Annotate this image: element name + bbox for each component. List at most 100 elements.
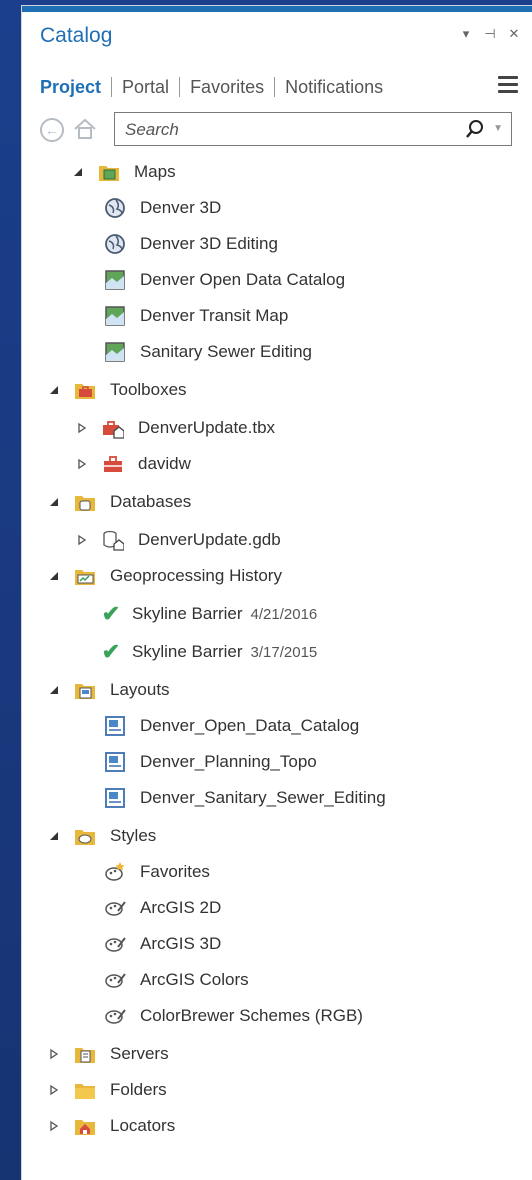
history-entry-date: 3/17/2015 <box>250 643 318 661</box>
2d-map-icon <box>105 270 125 290</box>
toolbox-home-icon <box>103 421 124 439</box>
tree-node-locators[interactable]: Locators <box>48 1108 175 1144</box>
tree-node-toolboxes[interactable]: Toolboxes <box>48 372 187 408</box>
tab-favorites[interactable]: Favorites <box>184 77 270 98</box>
2d-map-icon <box>105 342 125 362</box>
tree-node-geoprocessing-history[interactable]: Geoprocessing History <box>48 558 282 594</box>
servers-folder-icon <box>75 1048 95 1063</box>
tree-node-databases[interactable]: Databases <box>48 484 191 520</box>
databases-folder-icon <box>75 496 95 511</box>
collapse-triangle-icon[interactable] <box>48 384 60 396</box>
search-input[interactable] <box>123 119 447 141</box>
home-icon[interactable] <box>72 116 98 142</box>
tree-node-label: Servers <box>110 1044 169 1063</box>
layout-icon <box>105 716 125 736</box>
search-dropdown-icon[interactable]: ▼ <box>493 123 503 134</box>
tree-item-style[interactable]: ArcGIS 3D <box>104 926 221 962</box>
tree-item-layout[interactable]: Denver_Planning_Topo <box>104 744 317 780</box>
catalog-toolbar: ← ▼ <box>40 112 514 146</box>
tree-item-style[interactable]: ArcGIS Colors <box>104 962 249 998</box>
back-arrow-icon[interactable]: ← <box>40 118 64 142</box>
globe-map-icon <box>105 234 125 254</box>
collapse-triangle-icon[interactable] <box>48 830 60 842</box>
tree-item-map[interactable]: Denver Transit Map <box>104 298 288 334</box>
tab-portal[interactable]: Portal <box>116 77 175 98</box>
tree-item-label: Favorites <box>140 862 210 881</box>
search-icon[interactable] <box>465 119 485 139</box>
tree-item-label: ArcGIS Colors <box>140 970 249 989</box>
tree-item-label: Denver Transit Map <box>140 306 289 325</box>
tree-node-maps[interactable]: Maps <box>72 154 176 190</box>
close-icon[interactable]: ✕ <box>506 26 522 42</box>
success-check-icon: ✔ <box>101 639 121 664</box>
tree-item-label: ColorBrewer Schemes (RGB) <box>140 1006 363 1025</box>
tree-node-styles[interactable]: Styles <box>48 818 156 854</box>
tree-item-map[interactable]: Denver Open Data Catalog <box>104 262 345 298</box>
tree-item-style[interactable]: Favorites <box>104 854 210 890</box>
tree-item-layout[interactable]: Denver_Sanitary_Sewer_Editing <box>104 780 386 816</box>
tree-node-folders[interactable]: Folders <box>48 1072 167 1108</box>
expand-triangle-icon[interactable] <box>76 458 88 470</box>
history-entry[interactable]: ✔ Skyline Barrier 3/17/2015 <box>100 634 318 670</box>
options-dropdown-icon[interactable]: ▾ <box>458 26 474 42</box>
folder-icon <box>75 1084 95 1099</box>
tree-node-label: Maps <box>134 162 176 181</box>
palette-icon <box>105 901 126 916</box>
history-entry-label: Skyline Barrier <box>132 604 243 623</box>
tree-item-label: Denver 3D <box>140 198 222 217</box>
styles-folder-icon <box>75 830 95 845</box>
locators-folder-icon <box>75 1120 95 1135</box>
palette-icon <box>105 973 126 988</box>
tree-item-label: ArcGIS 2D <box>140 898 222 917</box>
tree-node-label: Databases <box>110 492 192 511</box>
maps-folder-icon <box>99 166 119 181</box>
collapse-triangle-icon[interactable] <box>48 496 60 508</box>
tree-node-label: Folders <box>110 1080 167 1099</box>
tree-node-label: Styles <box>110 826 157 845</box>
history-entry-label: Skyline Barrier <box>132 642 243 661</box>
tab-separator <box>274 77 276 97</box>
layout-icon <box>105 752 125 772</box>
pin-icon[interactable]: ⊣ <box>482 26 498 42</box>
palette-icon <box>105 1009 126 1024</box>
tree-node-label: Layouts <box>110 680 170 699</box>
tree-item-label: DenverUpdate.gdb <box>138 530 281 549</box>
collapse-triangle-icon[interactable] <box>48 570 60 582</box>
tree-item-label: Denver Open Data Catalog <box>140 270 346 289</box>
collapse-triangle-icon[interactable] <box>48 684 60 696</box>
tab-project[interactable]: Project <box>40 77 107 98</box>
menu-icon[interactable] <box>498 76 518 94</box>
expand-triangle-icon[interactable] <box>76 534 88 546</box>
tree-item-label: Denver 3D Editing <box>140 234 278 253</box>
toolboxes-folder-icon <box>75 384 95 399</box>
favorite-style-icon <box>105 862 125 881</box>
tree-item-map[interactable]: Denver 3D <box>104 190 221 226</box>
tree-item-map[interactable]: Sanitary Sewer Editing <box>104 334 312 370</box>
tree-node-servers[interactable]: Servers <box>48 1036 169 1072</box>
collapse-triangle-icon[interactable] <box>72 166 84 178</box>
expand-triangle-icon[interactable] <box>48 1120 60 1132</box>
tree-item-style[interactable]: ArcGIS 2D <box>104 890 221 926</box>
tree-item-database[interactable]: DenverUpdate.gdb <box>76 522 281 558</box>
tree-item-layout[interactable]: Denver_Open_Data_Catalog <box>104 708 359 744</box>
history-folder-icon <box>75 570 95 585</box>
tree-node-layouts[interactable]: Layouts <box>48 672 170 708</box>
pane-controls: ▾ ⊣ ✕ <box>458 26 522 42</box>
tab-notifications[interactable]: Notifications <box>279 77 389 98</box>
tree-item-toolbox[interactable]: DenverUpdate.tbx <box>76 410 275 446</box>
history-entry[interactable]: ✔ Skyline Barrier 4/21/2016 <box>100 596 318 632</box>
expand-triangle-icon[interactable] <box>48 1084 60 1096</box>
expand-triangle-icon[interactable] <box>76 422 88 434</box>
expand-triangle-icon[interactable] <box>48 1048 60 1060</box>
tree-item-label: Denver_Planning_Topo <box>140 752 317 771</box>
tree-item-style[interactable]: ColorBrewer Schemes (RGB) <box>104 998 363 1034</box>
tree-node-label: Toolboxes <box>110 380 187 399</box>
globe-map-icon <box>105 198 125 218</box>
pane-titlebar: Catalog ▾ ⊣ ✕ <box>40 22 522 54</box>
tree-item-map[interactable]: Denver 3D Editing <box>104 226 278 262</box>
toolbox-icon <box>104 456 122 472</box>
history-entry-date: 4/21/2016 <box>250 605 318 623</box>
search-box[interactable]: ▼ <box>114 112 512 146</box>
geodatabase-icon <box>103 530 124 551</box>
tree-item-toolbox[interactable]: davidw <box>76 446 191 482</box>
